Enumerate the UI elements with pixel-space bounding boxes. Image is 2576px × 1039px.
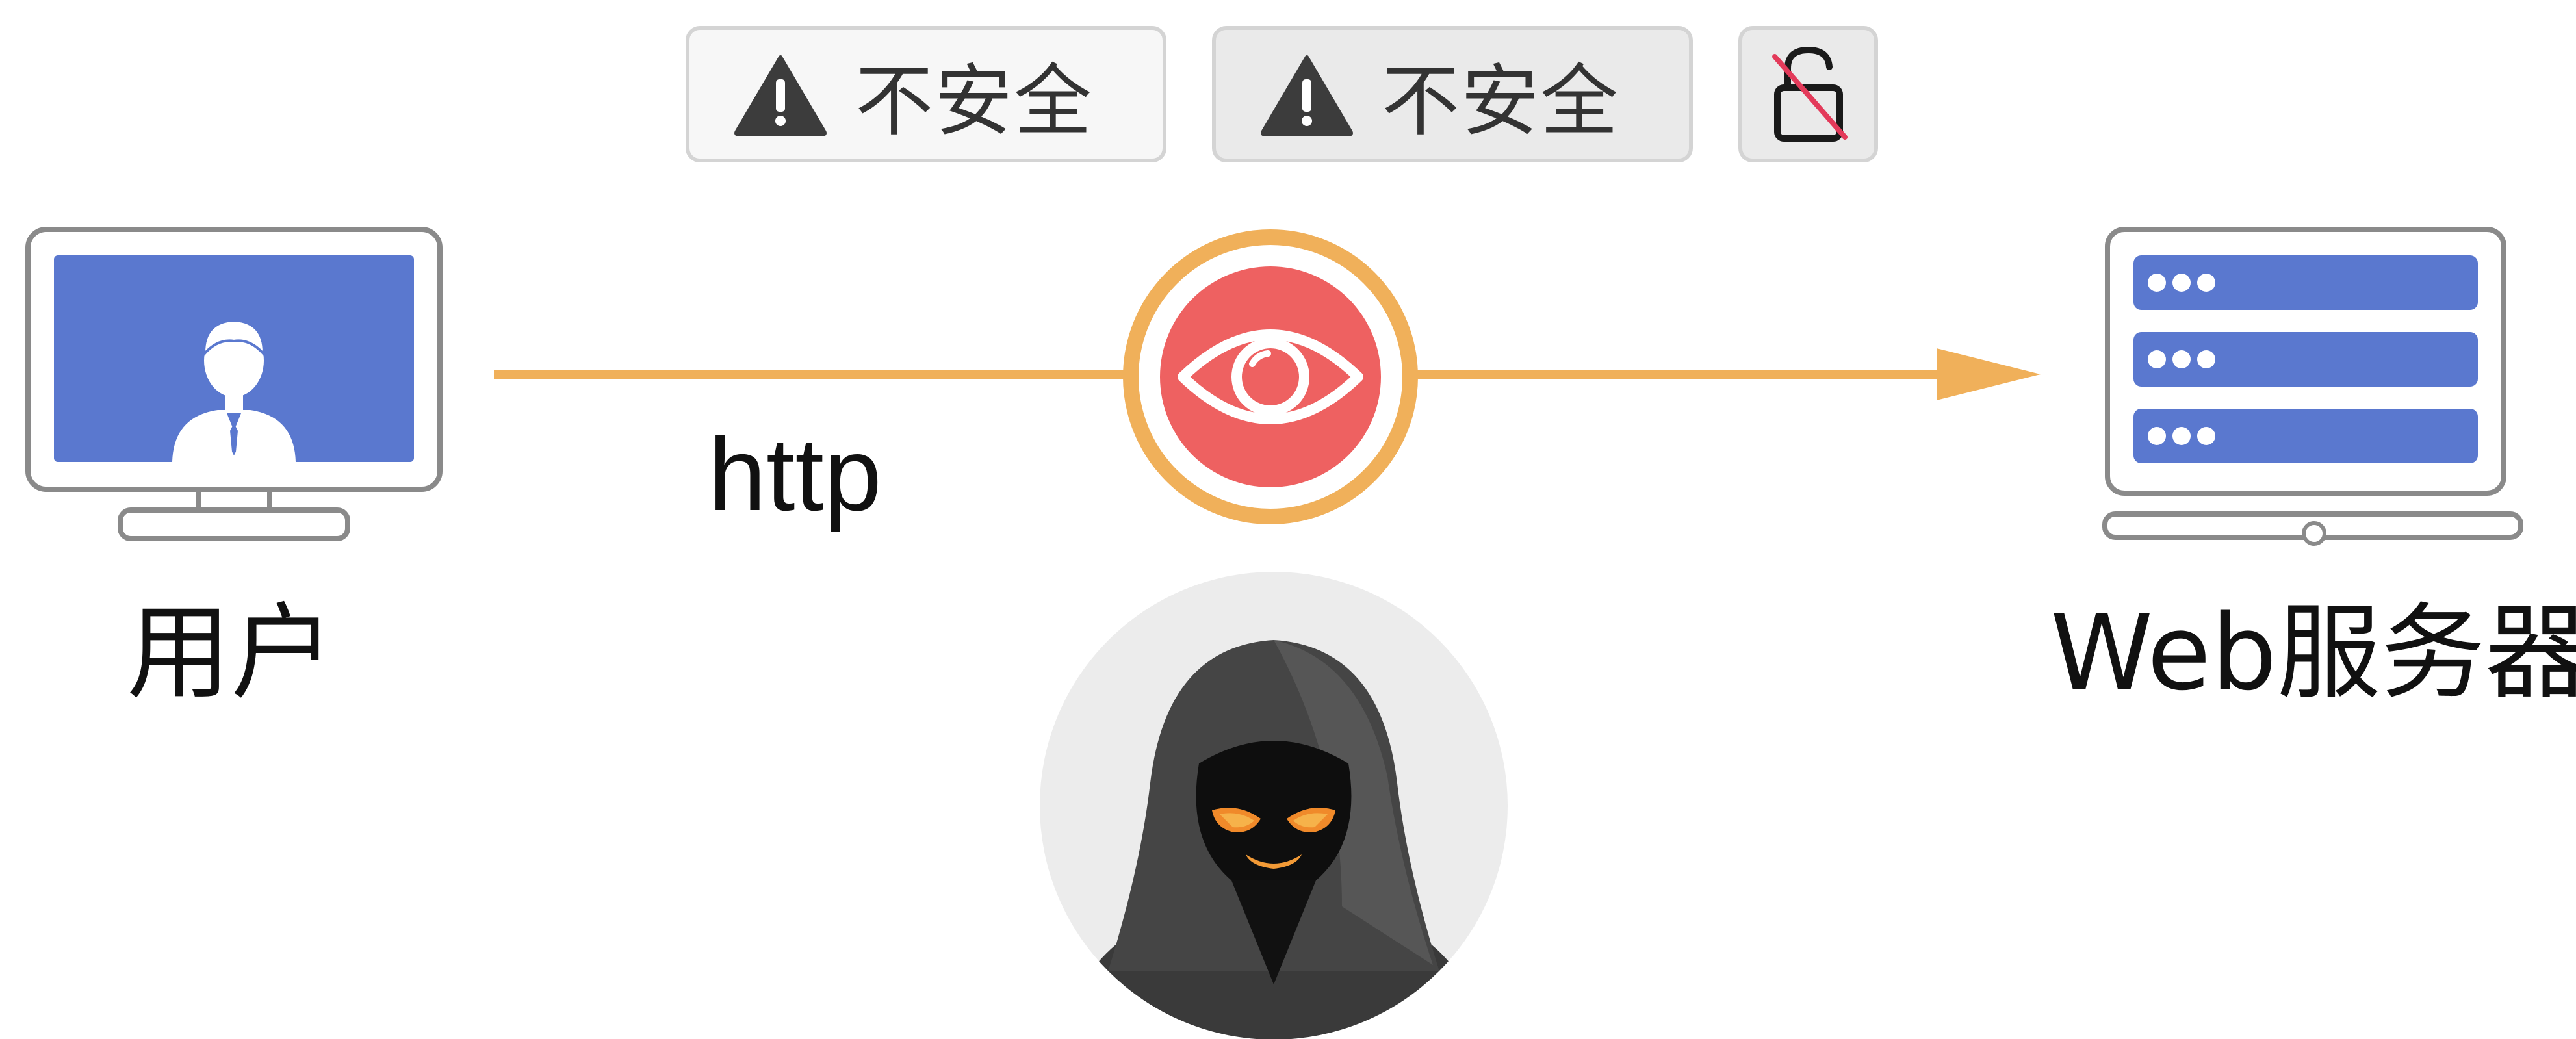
server-icon <box>2102 227 2523 546</box>
broken-lock-badge <box>1738 26 1878 162</box>
insecure-text: 不安全 <box>1382 57 1619 147</box>
protocol-label: http <box>708 416 882 532</box>
insecure-badge-1: 不安全 <box>686 26 1166 162</box>
computer-user-icon <box>25 227 443 541</box>
warning-triangle-icon <box>1261 55 1353 136</box>
user-label: 用户 <box>127 592 335 713</box>
insecure-badge-2: 不安全 <box>1212 26 1693 162</box>
broken-lock-icon <box>1771 46 1848 142</box>
hooded-hacker-icon <box>1040 572 1508 1039</box>
warning-triangle-icon <box>734 55 827 136</box>
eye-icon <box>1123 229 1418 524</box>
insecure-text: 不安全 <box>855 57 1093 147</box>
server-label: Web服务器 <box>2050 592 2576 713</box>
